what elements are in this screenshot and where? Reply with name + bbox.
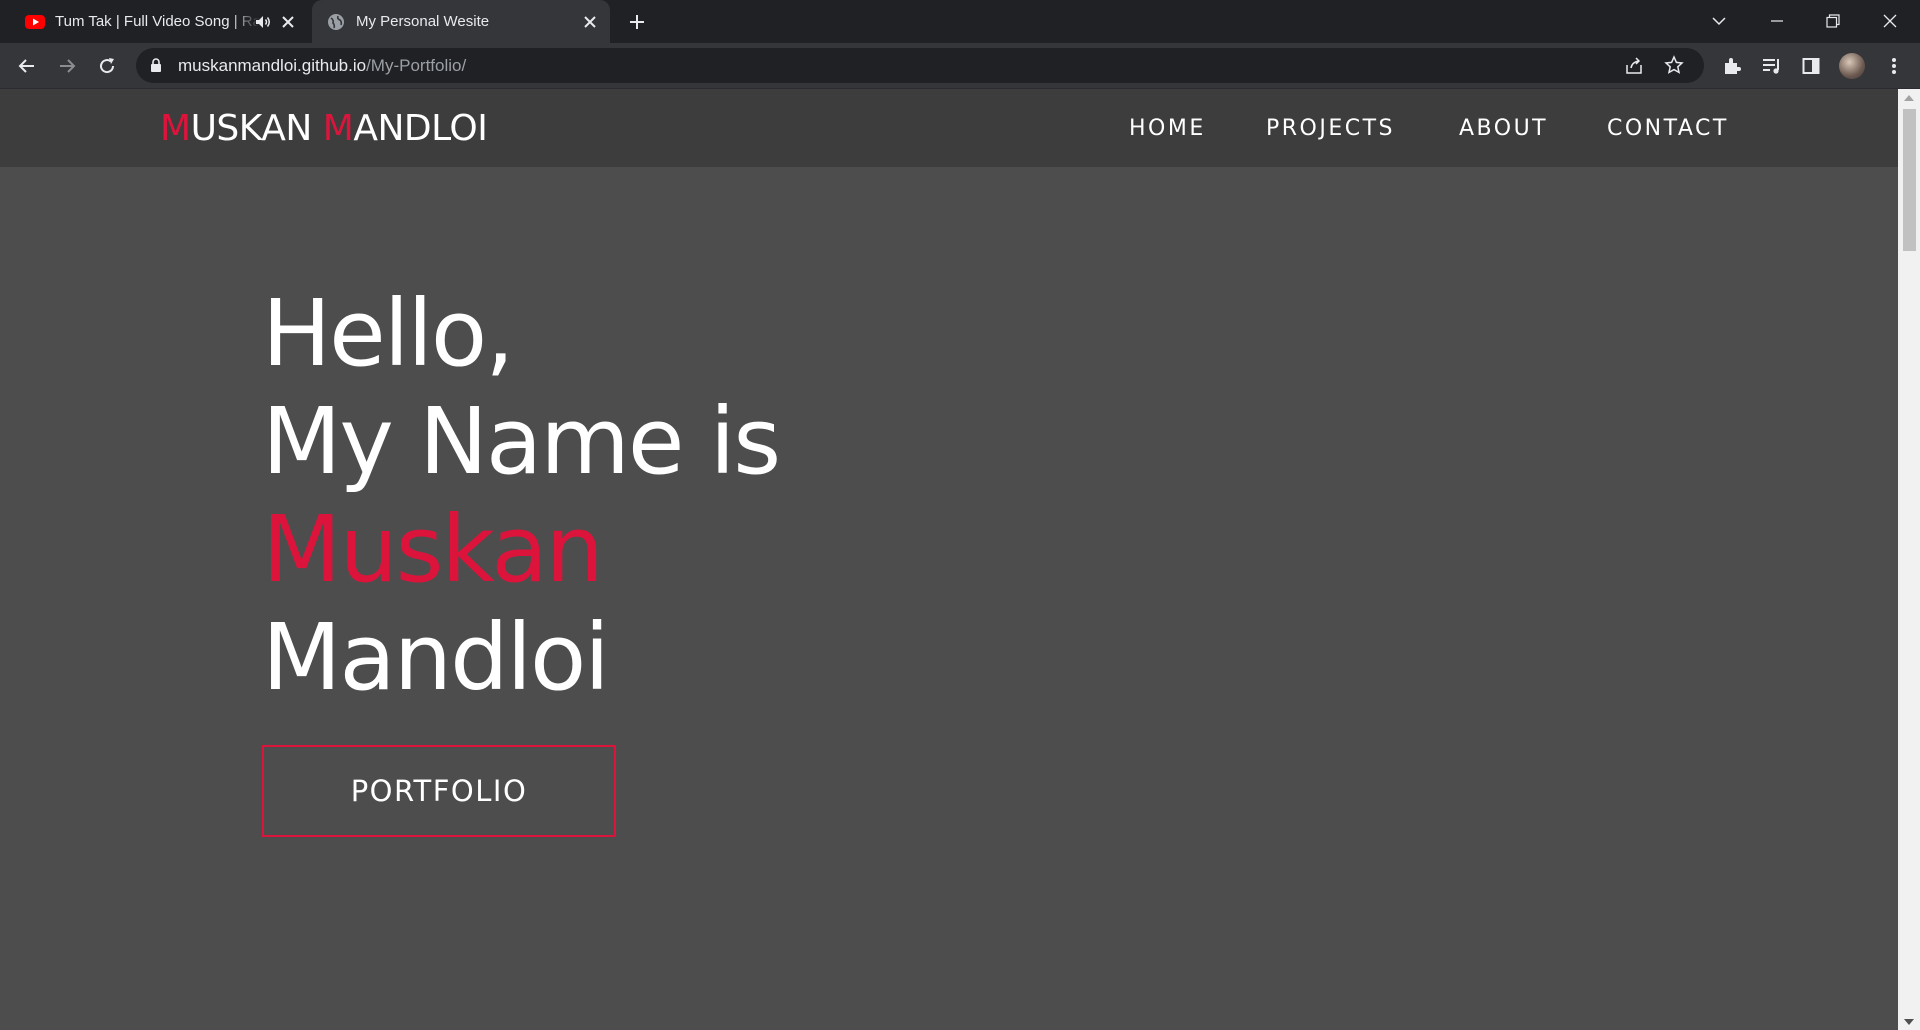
- media-control-icon[interactable]: [1758, 52, 1786, 80]
- browser-toolbar: muskanmandloi.github.io/My-Portfolio/: [0, 43, 1920, 89]
- url-text: muskanmandloi.github.io/My-Portfolio/: [178, 56, 466, 76]
- scroll-down-icon[interactable]: [1898, 1013, 1920, 1030]
- tab-title: My Personal Wesite: [356, 13, 490, 30]
- tab-youtube[interactable]: Tum Tak | Full Video Song | Raanjhanaa: [0, 0, 308, 43]
- avatar-image: [1839, 53, 1865, 79]
- close-tab-icon[interactable]: [278, 12, 298, 32]
- back-icon[interactable]: [13, 52, 41, 80]
- scrollbar-thumb[interactable]: [1903, 109, 1916, 251]
- logo-part1: USKAN: [190, 108, 323, 149]
- logo-part2: ANDLOI: [353, 108, 488, 149]
- hero-greeting: Hello,: [262, 280, 514, 387]
- extensions-icon[interactable]: [1718, 52, 1746, 80]
- side-panel-icon[interactable]: [1797, 52, 1825, 80]
- browser-tab-strip: Tum Tak | Full Video Song | Raanjhanaa M…: [0, 0, 1920, 43]
- tab-search-icon[interactable]: [1706, 8, 1732, 34]
- profile-avatar[interactable]: [1838, 52, 1866, 80]
- share-icon[interactable]: [1624, 56, 1644, 76]
- lock-icon[interactable]: [150, 58, 164, 72]
- tab-portfolio[interactable]: My Personal Wesite: [312, 0, 610, 43]
- bookmark-star-icon[interactable]: [1664, 55, 1684, 75]
- close-window-icon[interactable]: [1877, 8, 1903, 34]
- site-logo[interactable]: MUSKAN MANDLOI: [160, 108, 488, 149]
- nav-contact[interactable]: CONTACT: [1607, 116, 1729, 141]
- globe-icon: [326, 12, 346, 32]
- scroll-up-icon[interactable]: [1898, 89, 1920, 106]
- logo-m2: M: [322, 108, 354, 149]
- close-tab-icon[interactable]: [580, 12, 600, 32]
- forward-icon[interactable]: [53, 52, 81, 80]
- logo-m1: M: [160, 108, 191, 149]
- nav-about[interactable]: ABOUT: [1459, 116, 1548, 141]
- url-path: /My-Portfolio/: [366, 55, 467, 75]
- kebab-menu-icon[interactable]: [1880, 52, 1908, 80]
- url-host: muskanmandloi.github.io: [178, 55, 367, 75]
- reload-icon[interactable]: [93, 52, 121, 80]
- page-scrollbar[interactable]: [1898, 89, 1920, 1030]
- portfolio-button[interactable]: PORTFOLIO: [262, 745, 616, 837]
- hero-heading: Hello, My Name is Muskan Mandloi: [262, 280, 781, 712]
- restore-icon[interactable]: [1820, 8, 1846, 34]
- hero-intro: My Name is: [262, 388, 781, 495]
- minimize-icon[interactable]: [1764, 8, 1790, 34]
- tab-title: Tum Tak | Full Video Song | Raanjhanaa: [55, 13, 260, 30]
- hero-last-name: Mandloi: [262, 604, 610, 711]
- address-bar[interactable]: muskanmandloi.github.io/My-Portfolio/: [136, 48, 1704, 83]
- new-tab-button[interactable]: [625, 10, 649, 34]
- youtube-icon: [25, 12, 45, 32]
- site-header: MUSKAN MANDLOI HOME PROJECTS ABOUT CONTA…: [0, 89, 1898, 167]
- hero-first-name: Muskan: [262, 496, 604, 603]
- nav-home[interactable]: HOME: [1129, 116, 1206, 141]
- nav-projects[interactable]: PROJECTS: [1266, 116, 1395, 141]
- speaker-icon[interactable]: [254, 13, 272, 31]
